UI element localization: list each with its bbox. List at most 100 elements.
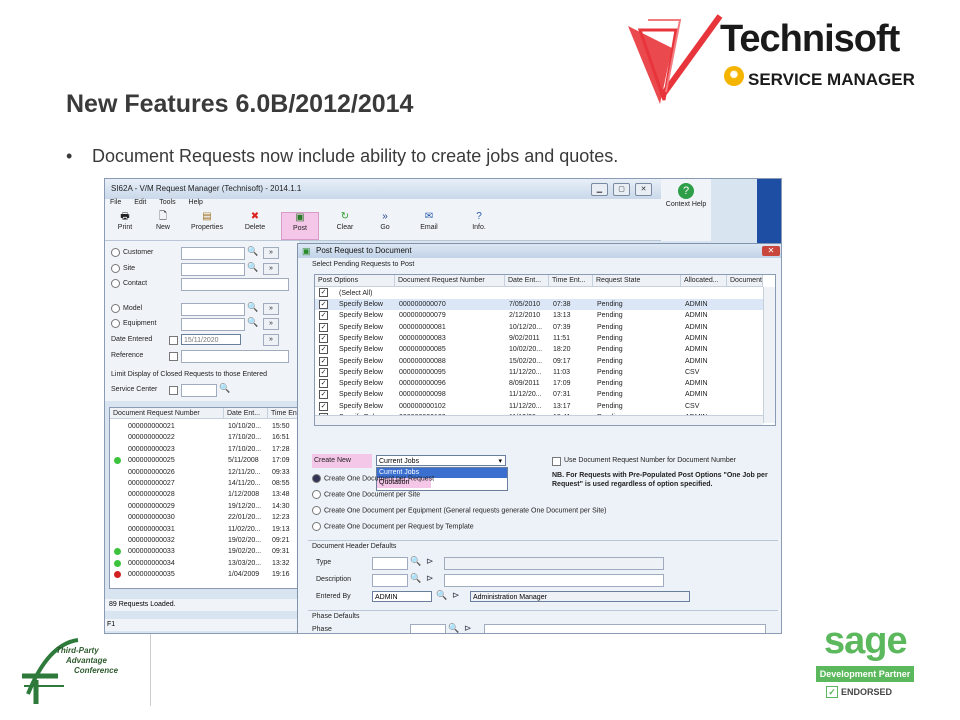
info-button[interactable]: ? Info. [461, 212, 497, 238]
equipment-radio[interactable] [111, 318, 120, 328]
type-search-icon[interactable]: 🔍 [410, 556, 421, 567]
equipment-radio-row[interactable]: Equipment [111, 318, 156, 330]
table-row[interactable]: 000000000021 10/10/20... 15:50 [110, 421, 302, 432]
table-row[interactable]: 000000000028 1/12/2008 13:48 [110, 489, 302, 500]
menu-help[interactable]: Help [189, 199, 203, 206]
table-row[interactable]: 000000000026 12/11/20... 09:33 [110, 467, 302, 478]
pending-requests-grid[interactable]: Post Options Document Request Number Dat… [314, 274, 776, 426]
close-window-button[interactable]: ✕ [635, 183, 652, 196]
grid-horizontal-scrollbar[interactable] [315, 415, 763, 425]
grid-col-post-options[interactable]: Post Options [315, 275, 395, 287]
grid-row[interactable]: ✓ Specify Below 000000000070 7/05/2010 07:38… [315, 299, 763, 310]
reference-checkbox[interactable] [169, 352, 178, 361]
grid-col-request-state[interactable]: Request State [593, 275, 681, 287]
radio-per-site[interactable]: Create One Document per Site [312, 490, 420, 499]
grid-col-document[interactable]: Document [727, 275, 763, 287]
grid-row[interactable]: ✓ Specify Below 000000000098 11/12/20... 07:… [315, 389, 763, 400]
context-help-button[interactable]: ? Context Help [661, 179, 711, 241]
grid-row[interactable]: ✓ Specify Below 000000000096 8/09/2011 17:09… [315, 378, 763, 389]
table-row[interactable]: 000000000035 1/04/2009 19:16 [110, 569, 302, 580]
equipment-search-icon[interactable]: 🔍 [247, 317, 258, 328]
minimize-button[interactable]: ▁ [591, 183, 608, 196]
clear-button[interactable]: ↻ Clear [327, 212, 363, 238]
service-center-input[interactable] [181, 384, 217, 397]
site-input[interactable] [181, 263, 245, 276]
grid-col-allocated[interactable]: Allocated... [681, 275, 727, 287]
row-checkbox[interactable]: ✓ [319, 367, 328, 377]
site-radio[interactable] [111, 263, 120, 273]
grid-row[interactable]: ✓ Specify Below 000000000081 10/12/20... 07:… [315, 322, 763, 333]
grid-row[interactable]: ✓ Specify Below 000000000079 2/12/2010 13:13… [315, 310, 763, 321]
site-search-icon[interactable]: 🔍 [247, 262, 258, 273]
menu-edit[interactable]: Edit [134, 199, 146, 206]
table-row[interactable]: 000000000030 22/01/20... 12:23 [110, 512, 302, 523]
table-row[interactable]: 000000000032 19/02/20... 09:21 [110, 535, 302, 546]
service-center-checkbox[interactable] [169, 386, 178, 395]
radio-per-equipment-dot[interactable] [312, 506, 321, 515]
grid-col-time[interactable]: Time Ent... [549, 275, 593, 287]
radio-per-equipment[interactable]: Create One Document per Equipment (Gener… [312, 506, 606, 515]
description-go-icon[interactable]: ⊳ [426, 573, 434, 584]
model-radio[interactable] [111, 303, 120, 313]
table-row[interactable]: 000000000033 19/02/20... 09:31 [110, 546, 302, 557]
post-button[interactable]: ▣ Post [281, 212, 319, 240]
row-checkbox[interactable]: ✓ [319, 356, 328, 366]
properties-button[interactable]: ▤ Properties [185, 212, 229, 238]
entered-by-go-icon[interactable]: ⊳ [452, 590, 460, 601]
description-search-icon[interactable]: 🔍 [410, 573, 421, 584]
model-input[interactable] [181, 303, 245, 316]
requests-list[interactable]: Document Request Number Date Ent... Time… [109, 407, 303, 589]
select-all-checkbox[interactable]: ✓ [319, 288, 328, 297]
grid-col-date[interactable]: Date Ent... [505, 275, 549, 287]
type-go-icon[interactable]: ⊳ [426, 556, 434, 567]
radio-per-template[interactable]: Create One Document per Request by Templ… [312, 522, 474, 531]
model-lookup-button[interactable]: » [263, 303, 279, 315]
entered-by-search-icon[interactable]: 🔍 [436, 590, 447, 601]
create-new-select[interactable]: Current Jobs ▾ [376, 455, 506, 466]
contact-radio[interactable] [111, 278, 120, 288]
date-entered-picker[interactable]: 15/11/2020 [181, 334, 241, 345]
grid-vertical-scrollbar[interactable] [763, 287, 775, 423]
radio-per-template-dot[interactable] [312, 522, 321, 531]
menu-file[interactable]: File [110, 199, 121, 206]
table-row[interactable]: 000000000034 13/03/20... 13:32 [110, 558, 302, 569]
grid-row[interactable]: ✓ Specify Below 000000000102 11/12/20... 13:… [315, 401, 763, 412]
radio-per-request-dot[interactable] [312, 474, 321, 483]
row-checkbox[interactable]: ✓ [319, 401, 328, 411]
col-doc-request-number[interactable]: Document Request Number [110, 408, 224, 419]
table-row[interactable]: 000000000025 5/11/2008 17:09 [110, 455, 302, 466]
entered-by-input[interactable]: ADMIN [372, 591, 432, 602]
table-row[interactable]: 000000000029 19/12/20... 14:30 [110, 501, 302, 512]
table-row[interactable]: 000000000022 17/10/20... 16:51 [110, 432, 302, 443]
description-code-input[interactable] [372, 574, 408, 587]
reference-input[interactable] [181, 350, 289, 363]
radio-per-request[interactable]: Create One Document per Request [312, 474, 434, 483]
go-button[interactable]: » Go [367, 212, 403, 238]
customer-search-icon[interactable]: 🔍 [247, 246, 258, 257]
row-checkbox[interactable]: ✓ [319, 345, 328, 355]
phase-input[interactable] [410, 624, 446, 633]
date-lookup-button[interactable]: » [263, 334, 279, 346]
contact-input[interactable] [181, 278, 289, 291]
row-checkbox[interactable]: ✓ [319, 333, 328, 343]
row-checkbox[interactable]: ✓ [319, 311, 328, 321]
type-input[interactable] [372, 557, 408, 570]
site-lookup-button[interactable]: » [263, 263, 279, 275]
select-all-row[interactable]: ✓ (Select All) [315, 288, 763, 299]
new-button[interactable]: 🗋 New [145, 212, 181, 238]
delete-button[interactable]: ✖ Delete [237, 212, 273, 238]
grid-row[interactable]: ✓ Specify Below 000000000085 10/02/20... 18:… [315, 344, 763, 355]
model-search-icon[interactable]: 🔍 [247, 302, 258, 313]
row-checkbox[interactable]: ✓ [319, 379, 328, 389]
contact-radio-row[interactable]: Contact [111, 278, 147, 290]
description-input[interactable] [444, 574, 664, 587]
maximize-button[interactable]: ▢ [613, 183, 630, 196]
grid-row[interactable]: ✓ Specify Below 000000000088 15/02/20... 09:… [315, 356, 763, 367]
email-button[interactable]: ✉ Email [411, 212, 447, 238]
site-radio-row[interactable]: Site [111, 263, 135, 275]
customer-radio-row[interactable]: Customer [111, 247, 153, 259]
date-entered-checkbox[interactable] [169, 336, 178, 345]
phase-description-input[interactable] [484, 624, 766, 633]
phase-search-icon[interactable]: 🔍 [448, 623, 459, 633]
customer-input[interactable] [181, 247, 245, 260]
